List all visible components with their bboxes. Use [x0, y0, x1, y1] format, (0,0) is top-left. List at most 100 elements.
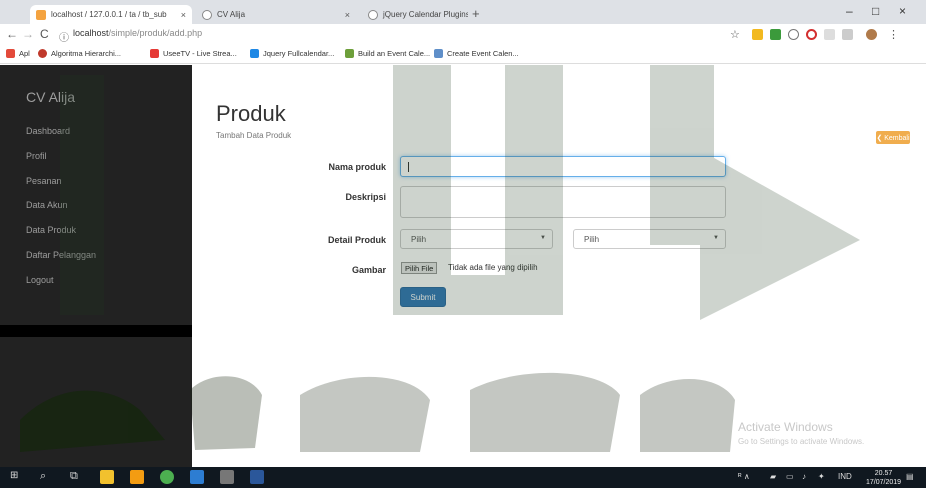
url-input[interactable]: localhost/simple/produk/add.php [73, 28, 202, 38]
bookmark-label: Apl [19, 49, 30, 58]
dropbox-icon[interactable]: ✦ [818, 472, 825, 481]
windows-taskbar: ⊞ ⌕ ⧉ ᴿ ∧ ▰ ▭ ♪ ✦ IND 20.57 17/07/2019 ▤ [0, 467, 926, 488]
network-icon[interactable]: ▰ [770, 472, 776, 481]
tab-close-icon[interactable]: × [341, 10, 350, 20]
sticky-app-icon[interactable] [130, 470, 144, 484]
file-explorer-icon[interactable] [100, 470, 114, 484]
clock-date: 17/07/2019 [866, 479, 902, 486]
bookmark-label: Build an Event Cale... [358, 49, 431, 58]
bookmark-favicon-icon [434, 49, 443, 58]
site-info-icon[interactable]: ⓘ [59, 29, 69, 44]
search-icon[interactable]: ⌕ [40, 470, 46, 483]
bookmark-label: UseeTV - Live Strea... [163, 49, 237, 58]
select-value: Pilih [411, 235, 427, 244]
sidebar-divider [0, 325, 192, 337]
bookmark-item[interactable]: Algoritma Hierarchi... [38, 49, 121, 58]
bookmark-star-icon[interactable]: ☆ [730, 28, 740, 41]
minimize-button[interactable]: – [846, 4, 853, 18]
deskripsi-textarea[interactable] [400, 186, 726, 218]
windows-start-icon[interactable]: ⊞ [10, 470, 18, 481]
sidebar-item-data-produk[interactable]: Data Produk [26, 225, 76, 235]
bookmark-item[interactable]: Build an Event Cale... [345, 49, 430, 58]
volume-icon[interactable]: ♪ [802, 472, 806, 481]
address-bar: ← → C ⓘ localhost/simple/produk/add.php … [0, 24, 926, 46]
tray-icons[interactable]: ᴿ ∧ [738, 472, 750, 481]
word-icon[interactable] [250, 470, 264, 484]
sidebar-item-pesanan[interactable]: Pesanan [26, 176, 62, 186]
text-caret [408, 162, 409, 172]
back-button[interactable]: ← [6, 27, 18, 41]
language-indicator[interactable]: IND [838, 472, 852, 481]
url-host: localhost [73, 28, 109, 38]
sidebar-item-logout[interactable]: Logout [26, 275, 54, 285]
opera-extension-icon[interactable] [806, 29, 817, 40]
extension-icon[interactable] [752, 29, 763, 40]
clock-time: 20.57 [874, 470, 893, 477]
gambar-label: Gambar [351, 265, 386, 275]
sidebar-item-data-akun[interactable]: Data Akun [26, 200, 68, 210]
app-icon[interactable] [220, 470, 234, 484]
battery-icon[interactable]: ▭ [786, 472, 794, 481]
brand-title[interactable]: CV Alija [26, 89, 75, 105]
apps-icon [6, 49, 15, 58]
nama-produk-input[interactable] [400, 156, 726, 177]
detail-produk-label: Detail Produk [327, 235, 386, 245]
maximize-button[interactable]: □ [872, 4, 879, 18]
tab-cv-alija[interactable]: CV Alija × [196, 5, 356, 24]
page-title: Produk [216, 101, 286, 126]
activate-windows-hint: Go to Settings to activate Windows. [738, 437, 865, 446]
tab-close-icon[interactable]: × [177, 10, 186, 20]
system-clock[interactable]: 20.57 17/07/2019 [866, 469, 901, 487]
bookmark-favicon-icon [150, 49, 159, 58]
detail-select-1[interactable]: Pilih ▼ [400, 229, 553, 249]
jquery-favicon-icon [368, 9, 378, 20]
page-subtitle: Tambah Data Produk [216, 131, 292, 140]
bookmark-label: Algoritma Hierarchi... [51, 49, 122, 58]
cast-icon[interactable] [824, 29, 835, 40]
chevron-down-icon: ▼ [713, 235, 719, 241]
reload-button[interactable]: C [40, 27, 49, 41]
extension-icon[interactable] [770, 29, 781, 40]
forward-button[interactable]: → [22, 27, 34, 41]
detail-select-2[interactable]: Pilih ▼ [573, 229, 726, 249]
chrome-icon[interactable] [160, 470, 174, 484]
menu-kebab-icon[interactable]: ⋮ [888, 28, 899, 41]
new-tab-button[interactable]: + [472, 6, 480, 21]
tab-jquery-calendar[interactable]: jQuery Calendar Plugins | jQuery × [362, 5, 468, 24]
app-icon[interactable] [190, 470, 204, 484]
bookmark-favicon-icon [345, 49, 354, 58]
profile-avatar-icon[interactable] [866, 29, 877, 40]
tab-phpmyadmin[interactable]: localhost / 127.0.0.1 / ta / tb_sub × [30, 5, 192, 24]
close-window-button[interactable]: × [899, 4, 906, 18]
nama-produk-label: Nama produk [328, 162, 386, 172]
bookmark-item[interactable]: Create Event Calen... [434, 49, 519, 58]
extension-icon[interactable] [842, 29, 853, 40]
chevron-down-icon: ▼ [540, 235, 546, 241]
back-kembali-button[interactable]: ❮ Kembali [876, 131, 910, 144]
site-favicon-icon [202, 9, 212, 20]
activate-windows-title: Activate Windows [738, 420, 833, 434]
bookmarks-bar: Apl Algoritma Hierarchi... UseeTV - Live… [0, 46, 926, 64]
tab-title: localhost / 127.0.0.1 / ta / tb_sub [51, 10, 167, 19]
url-path: /simple/produk/add.php [108, 28, 203, 38]
sidebar-item-profil[interactable]: Profil [26, 151, 47, 161]
phpmyadmin-favicon-icon [36, 9, 46, 20]
choose-file-button[interactable]: Pilih File [401, 262, 438, 274]
tab-title: CV Alija [217, 10, 246, 19]
bookmark-item[interactable]: UseeTV - Live Strea... [150, 49, 237, 58]
bookmark-item[interactable]: Jquery Fullcalendar... [250, 49, 334, 58]
bookmark-label: Create Event Calen... [447, 49, 519, 58]
extension-icon[interactable] [788, 29, 799, 40]
activate-windows-notice: Activate Windows Go to Settings to activ… [738, 420, 864, 446]
bookmark-label: Jquery Fullcalendar... [263, 49, 335, 58]
task-view-icon[interactable]: ⧉ [70, 470, 78, 483]
bookmark-favicon-icon [38, 49, 47, 58]
submit-button[interactable]: Submit [400, 287, 446, 307]
file-status-text: Tidak ada file yang dipilih [448, 263, 538, 272]
bookmark-item[interactable]: Apl [6, 49, 30, 58]
tab-title: jQuery Calendar Plugins | jQuery [383, 10, 468, 19]
notification-icon[interactable]: ▤ [906, 472, 914, 481]
sidebar-item-daftar-pelanggan[interactable]: Daftar Pelanggan [26, 250, 96, 260]
bookmark-favicon-icon [250, 49, 259, 58]
sidebar-item-dashboard[interactable]: Dashboard [26, 126, 70, 136]
